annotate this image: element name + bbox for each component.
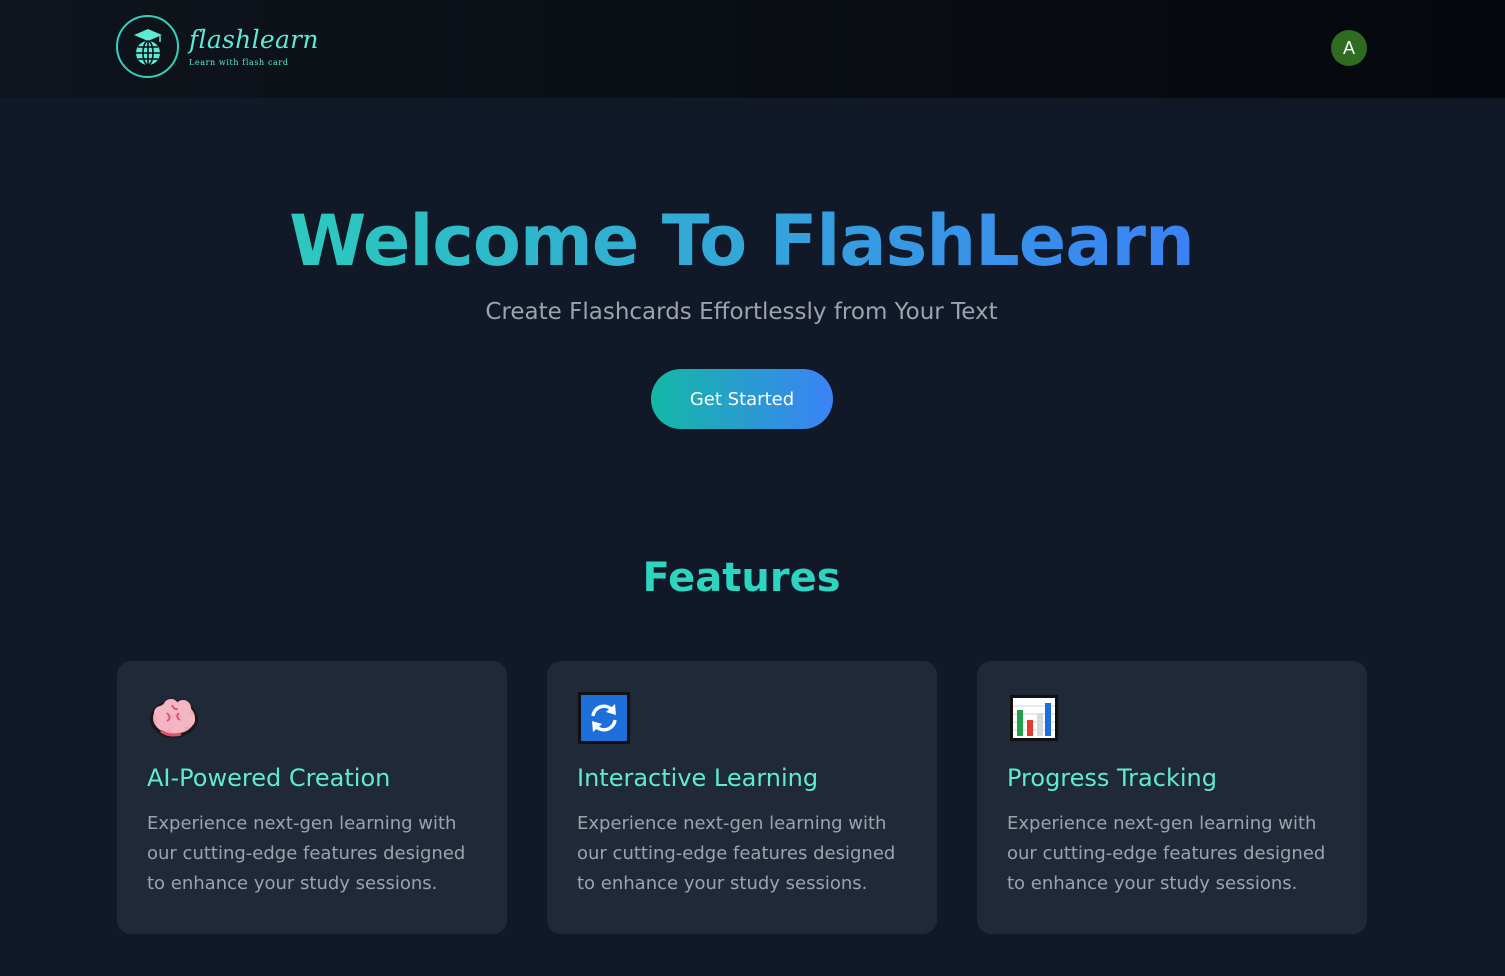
feature-card-progress-tracking: Progress Tracking Experience next-gen le…: [977, 661, 1367, 934]
hero-subtitle: Create Flashcards Effortlessly from Your…: [485, 299, 998, 325]
feature-title: Progress Tracking: [1007, 764, 1217, 792]
logo-link[interactable]: flashlearn Learn with flash card: [116, 15, 319, 78]
feature-description: Experience next-gen learning with our cu…: [1007, 813, 1326, 894]
logo-text: flashlearn Learn with flash card: [189, 25, 319, 68]
top-navbar: flashlearn Learn with flash card A: [0, 0, 1505, 98]
get-started-button[interactable]: Get Started: [651, 369, 833, 429]
bar-chart-icon: [1007, 691, 1061, 745]
brain-icon: [147, 691, 201, 745]
hero-title: Welcome To FlashLearn: [0, 198, 1483, 284]
feature-description: Experience next-gen learning with our cu…: [147, 813, 466, 894]
logo-name: flashlearn: [189, 25, 319, 54]
graduation-globe-icon: [133, 28, 162, 66]
hero-title-text: Welcome To FlashLearn: [289, 200, 1195, 282]
feature-card-interactive-learning: Interactive Learning Experience next-gen…: [547, 661, 937, 934]
feature-title: AI-Powered Creation: [147, 764, 391, 792]
refresh-icon: [577, 691, 631, 745]
feature-card-ai-powered-creation: AI-Powered Creation Experience next-gen …: [117, 661, 507, 934]
feature-description: Experience next-gen learning with our cu…: [577, 813, 896, 894]
feature-title: Interactive Learning: [577, 764, 819, 792]
logo-badge: [116, 15, 179, 78]
features-heading: Features: [642, 555, 841, 601]
user-avatar[interactable]: A: [1331, 30, 1367, 66]
logo-tagline: Learn with flash card: [189, 58, 289, 67]
